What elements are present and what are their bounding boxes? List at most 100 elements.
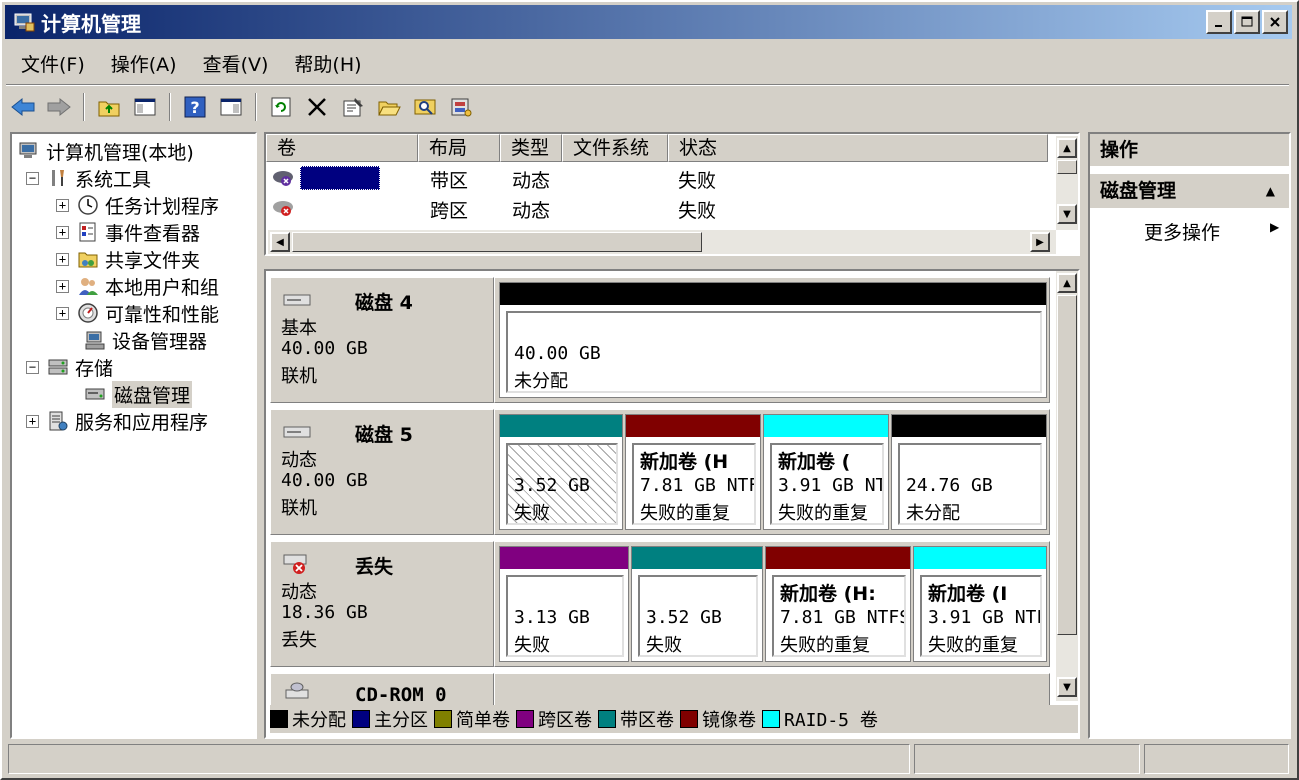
tree-item-event-viewer[interactable]: + 事件查看器	[56, 219, 200, 245]
tree-item-system-tools[interactable]: − 系统工具	[26, 165, 151, 191]
tree-label: 存储	[75, 357, 114, 380]
disk-map-vscrollbar[interactable]: ▲ ▼	[1056, 271, 1078, 701]
legend-swatch	[680, 710, 698, 728]
properties-button[interactable]	[338, 92, 368, 122]
scroll-thumb[interactable]	[292, 232, 702, 252]
tree-item-root[interactable]: 计算机管理(本地)	[18, 138, 194, 164]
partition-label: 新加卷 (H:	[780, 583, 876, 605]
clock-icon	[78, 195, 98, 215]
volume-name-selected[interactable]	[300, 166, 380, 190]
tree-item-task-scheduler[interactable]: + 任务计划程序	[56, 192, 219, 218]
column-header-type[interactable]: 类型	[500, 134, 562, 162]
arrow-right-icon: ▶	[1036, 236, 1044, 248]
scroll-thumb[interactable]	[1057, 160, 1077, 174]
collapse-up-icon[interactable]: ▲	[1266, 174, 1275, 208]
column-header-volume[interactable]: 卷	[266, 134, 418, 162]
disk-size: 18.36 GB	[281, 602, 368, 623]
scroll-left-button[interactable]: ◀	[270, 232, 290, 252]
tree-item-disk-management[interactable]: 磁盘管理	[84, 380, 193, 408]
tree-item-device-manager[interactable]: 设备管理器	[84, 327, 207, 353]
tree-item-local-users[interactable]: + 本地用户和组	[56, 273, 219, 299]
tree-item-storage[interactable]: − 存储	[26, 354, 113, 380]
menu-action[interactable]: 操作(A)	[98, 50, 190, 77]
partition-size: 24.76 GB	[906, 475, 993, 496]
disk-state: 联机	[281, 366, 317, 387]
menu-file[interactable]: 文件(F)	[8, 50, 98, 77]
actions-section-disk-management[interactable]: 磁盘管理 ▲	[1090, 174, 1289, 208]
back-button[interactable]	[8, 92, 38, 122]
volume-row[interactable]: 跨区 动态 失败	[266, 194, 1048, 222]
volume-row[interactable]: 带区 动态 失败	[266, 164, 1048, 192]
expand-toggle[interactable]: +	[56, 252, 69, 266]
scroll-thumb[interactable]	[1057, 295, 1077, 635]
disk-5-header[interactable]: 磁盘 5 动态 40.00 GB 联机	[270, 409, 494, 535]
scroll-up-button[interactable]: ▲	[1057, 273, 1077, 293]
title-bar[interactable]: 计算机管理	[5, 5, 1292, 39]
scroll-down-button[interactable]: ▼	[1057, 204, 1077, 224]
missing-disk-header[interactable]: 丢失 动态 18.36 GB 丢失	[270, 541, 494, 667]
folder-up-icon	[98, 101, 120, 117]
volume-type: 动态	[512, 170, 551, 192]
scroll-right-button[interactable]: ▶	[1030, 232, 1050, 252]
minimize-button[interactable]	[1206, 10, 1232, 34]
partition-mirrored-h[interactable]: 新加卷 (H: 7.81 GB NTFS 失败的重复	[765, 546, 911, 662]
partition-raid5[interactable]: 新加卷 (I 3.91 GB NTF 失败的重复	[913, 546, 1047, 662]
menu-view[interactable]: 查看(V)	[190, 50, 282, 77]
show-hide-tree-button[interactable]	[130, 92, 160, 122]
column-header-status[interactable]: 状态	[668, 134, 1048, 162]
forward-button[interactable]	[44, 92, 74, 122]
legend-item: 镜像卷	[680, 706, 756, 732]
scroll-down-button[interactable]: ▼	[1057, 677, 1077, 697]
tree-item-reliability[interactable]: + 可靠性和性能	[56, 300, 219, 326]
expand-toggle[interactable]: +	[56, 225, 69, 239]
volume-status: 失败	[678, 200, 717, 222]
expand-toggle[interactable]: +	[56, 279, 69, 293]
computer-management-window: 计算机管理 文件(F) 操作(A) 查看(V) 帮助(H) ? 计算机管理(本地…	[0, 0, 1299, 780]
show-action-pane-button[interactable]	[216, 92, 246, 122]
maximize-button[interactable]	[1234, 10, 1260, 34]
partition-striped-failed[interactable]: 3.52 GB 失败	[499, 414, 623, 530]
expand-toggle[interactable]: +	[56, 306, 69, 320]
close-button[interactable]	[1262, 10, 1288, 34]
tree-item-services-apps[interactable]: + 服务和应用程序	[26, 408, 208, 434]
collapse-toggle[interactable]: −	[26, 171, 39, 185]
expand-toggle[interactable]: +	[56, 198, 69, 212]
legend-label: 简单卷	[456, 710, 510, 731]
hard-disk-icon	[283, 294, 311, 306]
help-button[interactable]: ?	[180, 92, 210, 122]
partition-striped-failed[interactable]: 3.52 GB 失败	[631, 546, 763, 662]
search-button[interactable]	[410, 92, 440, 122]
disk-kind: 动态	[281, 450, 317, 471]
help-icon: ?	[184, 96, 206, 118]
collapse-toggle[interactable]: −	[26, 360, 39, 374]
up-level-button[interactable]	[94, 92, 124, 122]
hard-disk-icon	[283, 426, 311, 438]
menu-help[interactable]: 帮助(H)	[281, 50, 374, 77]
scroll-up-button[interactable]: ▲	[1057, 138, 1077, 158]
open-button[interactable]	[374, 92, 404, 122]
volume-layout: 带区	[430, 170, 469, 192]
close-icon	[1270, 17, 1280, 27]
tree-item-shared-folders[interactable]: + 共享文件夹	[56, 246, 200, 272]
column-header-layout[interactable]: 布局	[418, 134, 500, 162]
settings-button[interactable]	[446, 92, 476, 122]
window-title: 计算机管理	[41, 11, 141, 36]
partition-raid5[interactable]: 新加卷 ( 3.91 GB NT 失败的重复	[763, 414, 889, 530]
partition-spanned-failed[interactable]: 3.13 GB 失败	[499, 546, 629, 662]
tree-label: 服务和应用程序	[75, 411, 209, 434]
partition-unallocated[interactable]: 40.00 GB 未分配	[499, 282, 1047, 398]
delete-button[interactable]	[302, 92, 332, 122]
partition-color-bar	[626, 415, 760, 437]
more-actions-label: 更多操作	[1144, 222, 1221, 244]
expand-toggle[interactable]: +	[26, 414, 39, 428]
volume-list-hscrollbar[interactable]: ◀ ▶	[268, 230, 1056, 254]
volume-list-vscrollbar[interactable]: ▲ ▼	[1056, 136, 1078, 230]
disk-4-header[interactable]: 磁盘 4 基本 40.00 GB 联机	[270, 277, 494, 403]
partition-unallocated[interactable]: 24.76 GB 未分配	[891, 414, 1047, 530]
refresh-button[interactable]	[266, 92, 296, 122]
partition-color-bar	[914, 547, 1046, 569]
partition-mirrored-h[interactable]: 新加卷 (H 7.81 GB NTF 失败的重复	[625, 414, 761, 530]
delete-x-icon	[308, 98, 326, 116]
more-actions-item[interactable]: 更多操作 ▶	[1144, 218, 1279, 245]
column-header-filesystem[interactable]: 文件系统	[562, 134, 668, 162]
